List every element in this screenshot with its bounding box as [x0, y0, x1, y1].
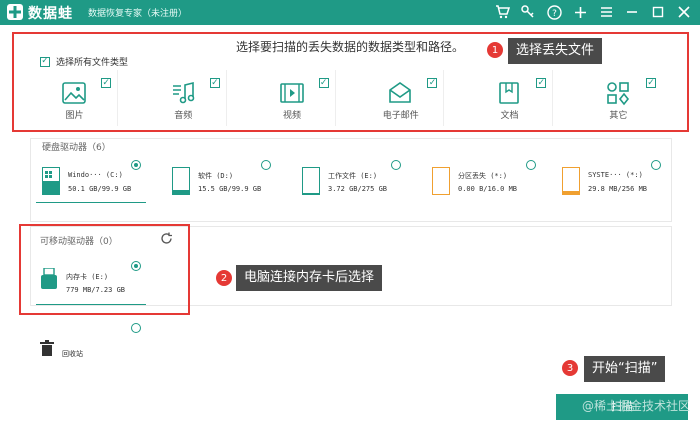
title-bar-controls: ?: [494, 3, 692, 21]
drive-e-radio[interactable]: [391, 160, 401, 170]
annotation-badge-3: 3: [562, 360, 578, 376]
drive-size: 15.5 GB/99.9 GB: [198, 185, 262, 193]
hard-drive-section-title: 硬盘驱动器（6）: [42, 143, 111, 153]
drive-size: 50.1 GB/99.9 GB: [68, 185, 132, 193]
annotation-badge-1: 1: [487, 42, 503, 58]
menu-icon[interactable]: [598, 3, 614, 21]
annotation-callout-1: 选择丢失文件: [508, 38, 603, 64]
drive-usage-fill: [563, 190, 579, 194]
trash-icon: [40, 340, 54, 356]
drive-e-icon: [302, 167, 320, 195]
drive-name: 工作文件 (E:): [328, 172, 378, 180]
drive-lost-radio[interactable]: [526, 160, 536, 170]
app-subtitle: 数据恢复专家（未注册）: [88, 9, 188, 19]
recycle-bin[interactable]: 回收站: [40, 340, 90, 360]
close-icon[interactable]: [676, 3, 692, 21]
drive-name: 软件 (D:): [198, 172, 234, 180]
recycle-bin-radio[interactable]: [131, 323, 141, 333]
drive-d-radio[interactable]: [261, 160, 271, 170]
drive-name: 分区丢失 (*:): [458, 172, 508, 180]
drive-system-radio[interactable]: [651, 160, 661, 170]
drive-usage-fill: [303, 193, 319, 194]
drive-system-icon: [562, 167, 580, 195]
title-bar: 数据蛙 数据恢复专家（未注册） ?: [0, 0, 700, 25]
minimize-icon[interactable]: [624, 3, 640, 21]
windows-logo-icon: [45, 171, 52, 178]
drive-c[interactable]: Windo··· (C:) 50.1 GB/99.9 GB: [42, 167, 162, 213]
drive-size: 0.00 B/16.0 MB: [458, 185, 518, 193]
drive-usage-fill: [43, 181, 59, 194]
watermark: @稀土掘金技术社区: [581, 399, 690, 413]
plus-icon[interactable]: [572, 3, 588, 21]
drive-lost-icon: [432, 167, 450, 195]
annotation-callout-3: 开始“扫描”: [584, 356, 666, 382]
drive-c-radio[interactable]: [131, 160, 141, 170]
svg-text:?: ?: [552, 9, 557, 19]
help-icon[interactable]: ?: [546, 3, 562, 21]
drive-size: 29.8 MB/256 MB: [588, 185, 648, 193]
drive-size: 3.72 GB/275 GB: [328, 185, 388, 193]
annotation-badge-2: 2: [216, 270, 232, 286]
annotation-box-memory-card: [19, 224, 190, 315]
drive-d[interactable]: 软件 (D:) 15.5 GB/99.9 GB: [172, 167, 292, 213]
drive-system[interactable]: SYSTE··· (*:) 29.8 MB/256 MB: [562, 167, 682, 213]
app-window: 数据蛙 数据恢复专家（未注册） ? 选择要扫描的丢失数据的数据类型和路径。 ✓ …: [0, 0, 700, 427]
maximize-icon[interactable]: [650, 3, 666, 21]
app-name: 数据蛙: [28, 6, 73, 22]
drive-usage-fill: [173, 189, 189, 194]
drive-lost-partition[interactable]: 分区丢失 (*:) 0.00 B/16.0 MB: [432, 167, 552, 213]
cart-icon[interactable]: [494, 3, 510, 21]
drive-e[interactable]: 工作文件 (E:) 3.72 GB/275 GB: [302, 167, 422, 213]
drive-name: SYSTE··· (*:): [588, 171, 643, 179]
key-icon[interactable]: [520, 3, 536, 21]
selected-drive-underline: [36, 202, 146, 203]
annotation-callout-2: 电脑连接内存卡后选择: [236, 265, 383, 291]
drive-c-icon: [42, 167, 60, 195]
drive-name: Windo··· (C:): [68, 171, 123, 179]
drive-d-icon: [172, 167, 190, 195]
recycle-bin-label: 回收站: [62, 350, 83, 358]
frog-logo-icon: [7, 4, 23, 20]
